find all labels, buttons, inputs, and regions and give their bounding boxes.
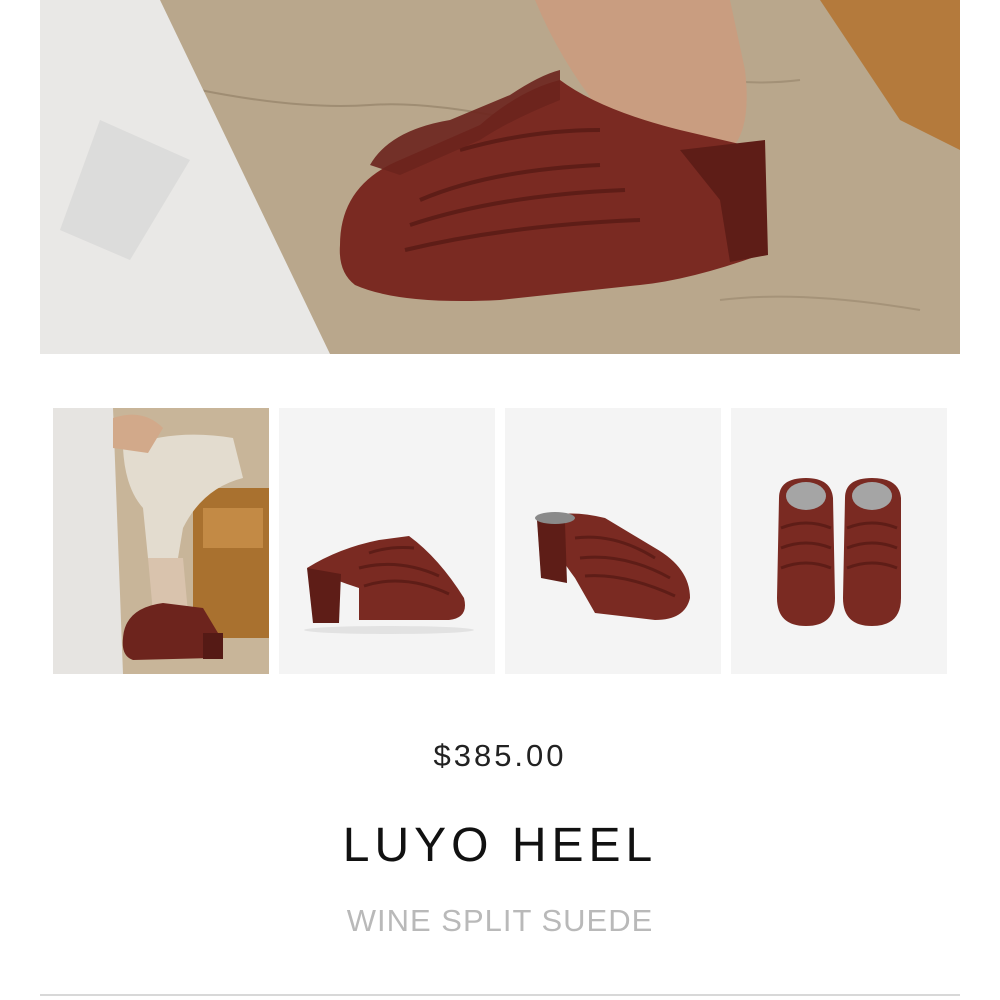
- product-title: LUYO HEEL: [342, 819, 658, 872]
- thumbnail-pair-top[interactable]: [731, 408, 947, 674]
- thumbnail-lifestyle[interactable]: [53, 408, 269, 674]
- thumbnail-side-profile[interactable]: [279, 408, 495, 674]
- product-price: $385.00: [433, 738, 567, 773]
- thumbnail-three-quarter[interactable]: [505, 408, 721, 674]
- divider: [40, 994, 960, 996]
- product-color-name: WINE SPLIT SUEDE: [346, 903, 654, 938]
- hero-product-image[interactable]: [40, 0, 960, 354]
- product-page: $385.00 LUYO HEEL WINE SPLIT SUEDE: [0, 0, 1000, 1000]
- thumbnail-gallery: [53, 408, 947, 674]
